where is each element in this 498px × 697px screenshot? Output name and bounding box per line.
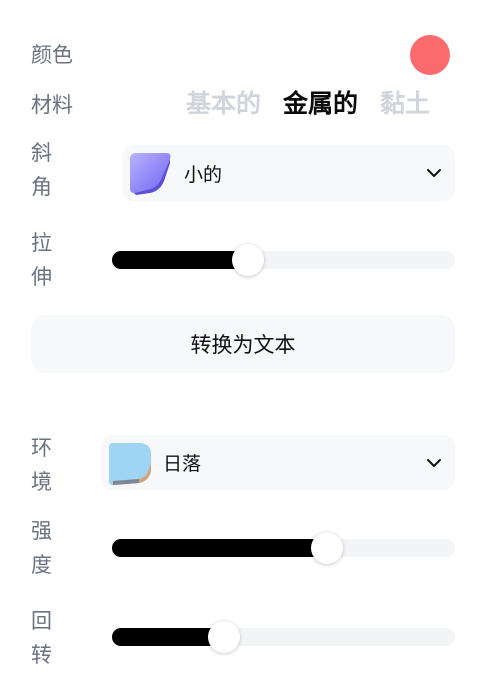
stretch-slider-fill <box>112 251 248 269</box>
intensity-slider[interactable] <box>112 532 455 564</box>
environment-label-line2: 境 <box>31 470 52 494</box>
environment-label: 环 境 <box>31 431 52 499</box>
environment-dropdown-value: 日落 <box>163 453 202 475</box>
chevron-down-icon <box>427 458 441 467</box>
rotation-slider-knob[interactable] <box>208 621 240 653</box>
chevron-down-icon <box>427 169 441 177</box>
sunset-thumbnail-icon <box>109 442 151 485</box>
intensity-slider-fill <box>112 539 327 557</box>
stretch-label: 拉 伸 <box>31 226 52 294</box>
intensity-label-line2: 度 <box>31 553 52 577</box>
environment-dropdown[interactable]: 日落 <box>101 435 455 490</box>
intensity-label: 强 度 <box>31 514 52 582</box>
environment-label-line1: 环 <box>31 436 52 460</box>
bevel-label-line2: 角 <box>31 175 52 199</box>
intensity-label-line1: 强 <box>31 519 52 543</box>
bevel-dropdown[interactable]: 小的 <box>122 145 455 201</box>
rotation-label-line2: 转 <box>31 643 52 667</box>
material-option-metal[interactable]: 金属的 <box>283 86 358 122</box>
stretch-label-line2: 伸 <box>31 265 52 289</box>
rotation-slider[interactable] <box>112 621 455 653</box>
color-swatch[interactable] <box>410 35 450 75</box>
intensity-slider-knob[interactable] <box>311 532 343 564</box>
bevel-dropdown-value: 小的 <box>184 163 223 186</box>
rotation-label-line1: 回 <box>31 609 52 633</box>
material-segmented: 基本的 金属的 黏土 <box>186 86 430 122</box>
convert-to-text-button[interactable]: 转换为文本 <box>31 315 455 373</box>
bevel-label-line1: 斜 <box>31 141 52 165</box>
color-label: 颜色 <box>31 43 73 67</box>
material-option-clay[interactable]: 黏土 <box>380 86 430 122</box>
material-label: 材料 <box>31 93 73 117</box>
rotation-label: 回 转 <box>31 604 52 672</box>
bevel-thumbnail-icon <box>130 153 171 195</box>
stretch-slider[interactable] <box>112 244 455 276</box>
material-option-basic[interactable]: 基本的 <box>186 86 261 122</box>
stretch-slider-knob[interactable] <box>232 244 264 276</box>
bevel-label: 斜 角 <box>31 136 52 204</box>
stretch-label-line1: 拉 <box>31 231 52 255</box>
